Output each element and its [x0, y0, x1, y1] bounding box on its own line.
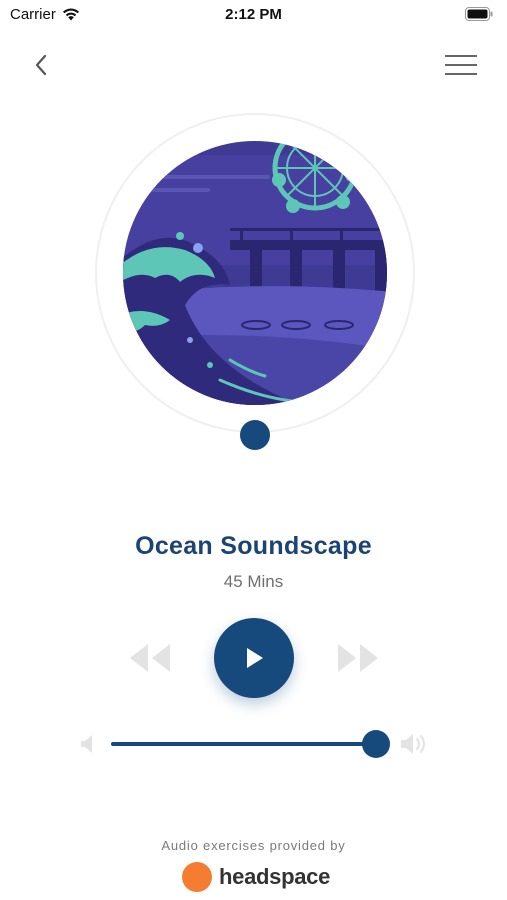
rewind-button[interactable] — [126, 640, 174, 676]
brand-name: headspace — [219, 864, 331, 889]
volume-high-icon — [401, 734, 425, 754]
battery-icon — [465, 7, 493, 21]
status-bar: Carrier 2:12 PM — [0, 0, 507, 30]
volume-slider-thumb[interactable] — [362, 730, 390, 758]
play-button[interactable] — [214, 618, 294, 698]
chevron-left-icon — [35, 54, 47, 76]
headspace-logo: headspace — [182, 862, 330, 892]
fast-forward-button[interactable] — [334, 640, 382, 676]
play-icon — [247, 648, 263, 668]
menu-button[interactable] — [441, 50, 481, 80]
provider-caption: Audio exercises provided by — [161, 838, 346, 853]
volume-low-icon — [81, 735, 92, 753]
track-duration: 45 Mins — [223, 572, 284, 591]
track-title: Ocean Soundscape — [135, 532, 372, 560]
headspace-dot-icon — [182, 862, 212, 892]
status-time: 2:12 PM — [225, 6, 282, 23]
progress-knob[interactable] — [240, 420, 270, 450]
ocean-pier-illustration — [123, 141, 387, 405]
back-button[interactable] — [26, 50, 56, 80]
playback-controls — [0, 618, 507, 698]
artwork-progress-ring[interactable] — [90, 110, 420, 450]
hamburger-menu-icon — [445, 55, 477, 75]
volume-slider-track[interactable] — [111, 742, 377, 746]
volume-control — [0, 728, 507, 760]
fast-forward-icon — [338, 644, 378, 672]
rewind-icon — [130, 644, 170, 672]
